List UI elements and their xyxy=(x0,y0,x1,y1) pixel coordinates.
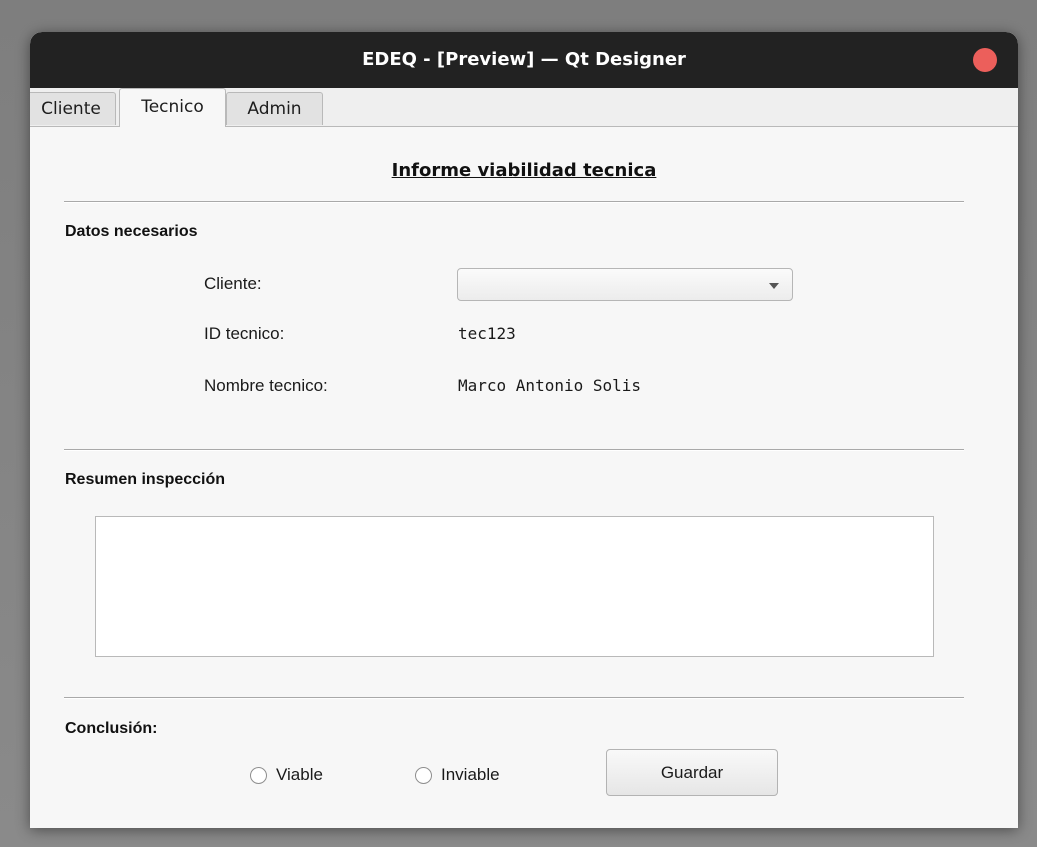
title-bar[interactable]: EDEQ - [Preview] — Qt Designer xyxy=(30,32,1018,88)
nombre-tecnico-value: Marco Antonio Solis xyxy=(458,376,642,395)
tab-cliente[interactable]: Cliente xyxy=(30,92,116,125)
id-tecnico-value: tec123 xyxy=(458,324,516,343)
radio-viable-label: Viable xyxy=(276,765,323,784)
radio-inviable-label: Inviable xyxy=(441,765,500,784)
divider-top xyxy=(64,201,964,202)
cliente-label: Cliente: xyxy=(204,274,262,293)
divider-bottom xyxy=(64,697,964,698)
tab-bar: Cliente Tecnico Admin xyxy=(30,88,1018,127)
chevron-down-icon xyxy=(769,283,779,289)
resumen-textarea[interactable] xyxy=(95,516,934,657)
conclusion-heading: Conclusión: xyxy=(65,720,158,737)
divider-middle xyxy=(64,449,964,450)
close-icon[interactable] xyxy=(973,48,997,72)
radio-viable[interactable]: Viable xyxy=(250,765,323,785)
preview-window: EDEQ - [Preview] — Qt Designer Cliente T… xyxy=(30,32,1018,828)
radio-unchecked-icon xyxy=(415,766,432,784)
tab-tecnico[interactable]: Tecnico xyxy=(119,88,226,127)
resumen-heading: Resumen inspección xyxy=(65,471,226,488)
window-title: EDEQ - [Preview] — Qt Designer xyxy=(362,49,686,70)
cliente-select[interactable] xyxy=(457,268,793,301)
id-tecnico-label: ID tecnico: xyxy=(204,324,285,343)
datos-heading: Datos necesarios xyxy=(65,223,198,240)
radio-inviable[interactable]: Inviable xyxy=(415,765,500,785)
nombre-tecnico-label: Nombre tecnico: xyxy=(204,376,328,395)
tab-admin[interactable]: Admin xyxy=(226,92,323,125)
radio-unchecked-icon xyxy=(250,766,267,784)
report-title: Informe viabilidad tecnica xyxy=(391,160,657,181)
guardar-button[interactable]: Guardar xyxy=(606,749,778,796)
